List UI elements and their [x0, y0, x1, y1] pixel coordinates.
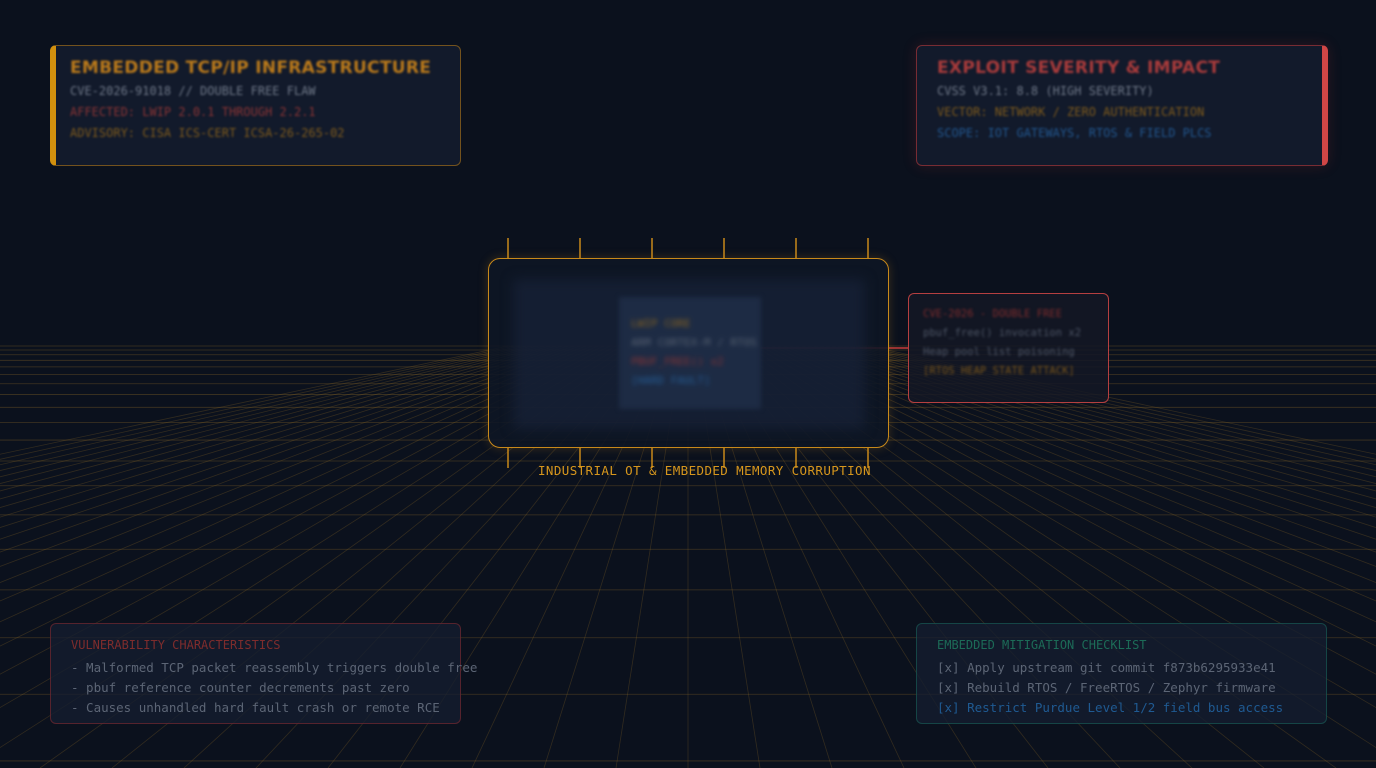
mitigation-checklist-panel: EMBEDDED MITIGATION CHECKLIST [x] Apply … [916, 623, 1327, 724]
chip-core-label: LWIP CORE [631, 317, 691, 330]
callout-line-invocation: pbuf_free() invocation x2 [923, 327, 1082, 339]
mitigation-item: [x] Rebuild RTOS / FreeRTOS / Zephyr fir… [937, 680, 1276, 695]
embedded-chip-diagram: LWIP CORE ARM CORTEX-M / RTOS PBUF_FREE(… [488, 258, 889, 448]
vulnerability-item-text: - Malformed TCP packet reassembly trigge… [71, 660, 478, 675]
callout-content: CVE-2026 - DOUBLE FREE pbuf_free() invoc… [923, 308, 1108, 377]
vulnerability-item: - Causes unhandled hard fault crash or r… [71, 700, 440, 715]
callout-title: CVE-2026 - DOUBLE FREE [923, 308, 1063, 320]
vulnerability-item: - pbuf reference counter decrements past… [71, 680, 410, 695]
vulnerability-item: - Malformed TCP packet reassembly trigge… [71, 658, 477, 678]
mitigation-item: [x] Restrict Purdue Level 1/2 field bus … [937, 700, 1284, 715]
mitigation-item: [x] Apply upstream git commit f873b62959… [937, 660, 1276, 675]
chip-free-call-label: PBUF_FREE() x2 [631, 355, 724, 368]
chip-core-block: LWIP CORE ARM CORTEX-M / RTOS PBUF_FREE(… [619, 297, 761, 409]
double-free-callout: CVE-2026 - DOUBLE FREE pbuf_free() invoc… [908, 293, 1109, 403]
callout-line-heap: Heap pool list poisoning [923, 346, 1075, 358]
vulnerability-characteristics-panel: VULNERABILITY CHARACTERISTICS - Malforme… [50, 623, 477, 724]
chip-fault-label: [HARD FAULT] [631, 374, 711, 387]
chip-caption: INDUSTRIAL OT & EMBEDDED MEMORY CORRUPTI… [538, 463, 871, 478]
callout-line-attack: [RTOS HEAP STATE ATTACK] [923, 365, 1075, 377]
vulnerability-panel-title: VULNERABILITY CHARACTERISTICS [71, 638, 281, 652]
chip-architecture-label: ARM CORTEX-M / RTOS [631, 336, 757, 349]
mitigation-panel-title: EMBEDDED MITIGATION CHECKLIST [937, 638, 1147, 652]
